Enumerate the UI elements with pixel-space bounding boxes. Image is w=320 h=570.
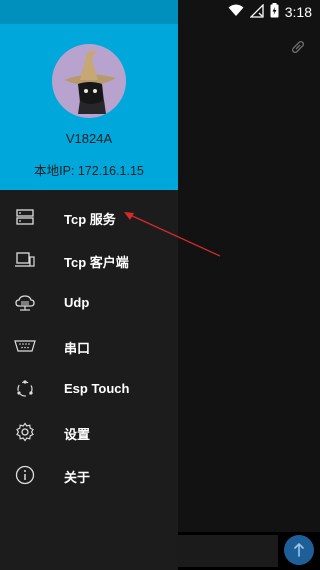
wifi-icon <box>228 4 244 20</box>
battery-icon <box>270 3 279 21</box>
link-icon[interactable] <box>290 39 306 55</box>
status-time: 3:18 <box>284 4 312 20</box>
drawer-status-strip <box>0 0 178 24</box>
info-icon <box>14 464 36 486</box>
serial-port-icon <box>14 335 36 357</box>
status-bar: 3:18 <box>170 0 320 24</box>
menu-label-settings: 设置 <box>64 427 91 442</box>
menu-item-esp-touch[interactable]: Esp Touch <box>0 369 178 411</box>
menu-label-esp-touch: Esp Touch <box>64 381 130 396</box>
wizard-avatar-icon <box>64 50 116 114</box>
message-input-bar[interactable] <box>178 535 278 567</box>
no-sim-icon <box>249 2 264 21</box>
menu-item-serial-port[interactable]: 串口 <box>0 326 178 368</box>
cloud-network-icon <box>14 292 36 314</box>
menu-item-udp[interactable]: Udp <box>0 283 178 325</box>
esp-touch-icon <box>14 378 36 400</box>
annotation-arrow <box>124 212 221 257</box>
device-name: V1824A <box>65 131 113 146</box>
menu-label-serial-port: 串口 <box>64 341 91 356</box>
send-up-arrow-icon <box>294 543 304 557</box>
menu-label-udp: Udp <box>64 295 90 310</box>
navigation-drawer: V1824A 本地IP: 172.16.1.15 Tcp 服务 Tcp 客户端 … <box>0 0 178 570</box>
server-icon <box>14 206 36 228</box>
menu-label-about: 关于 <box>64 470 91 485</box>
menu-label-tcp-server: Tcp 服务 <box>64 212 116 227</box>
local-ip-label: 本地IP: 172.16.1.15 <box>34 164 144 178</box>
avatar[interactable] <box>52 44 126 118</box>
menu-item-settings[interactable]: 设置 <box>0 412 178 454</box>
settings-gear-icon <box>14 421 36 443</box>
drawer-header: V1824A 本地IP: 172.16.1.15 <box>0 0 178 190</box>
send-fab-button[interactable] <box>284 535 314 565</box>
client-device-icon <box>14 249 36 271</box>
menu-item-about[interactable]: 关于 <box>0 455 178 497</box>
